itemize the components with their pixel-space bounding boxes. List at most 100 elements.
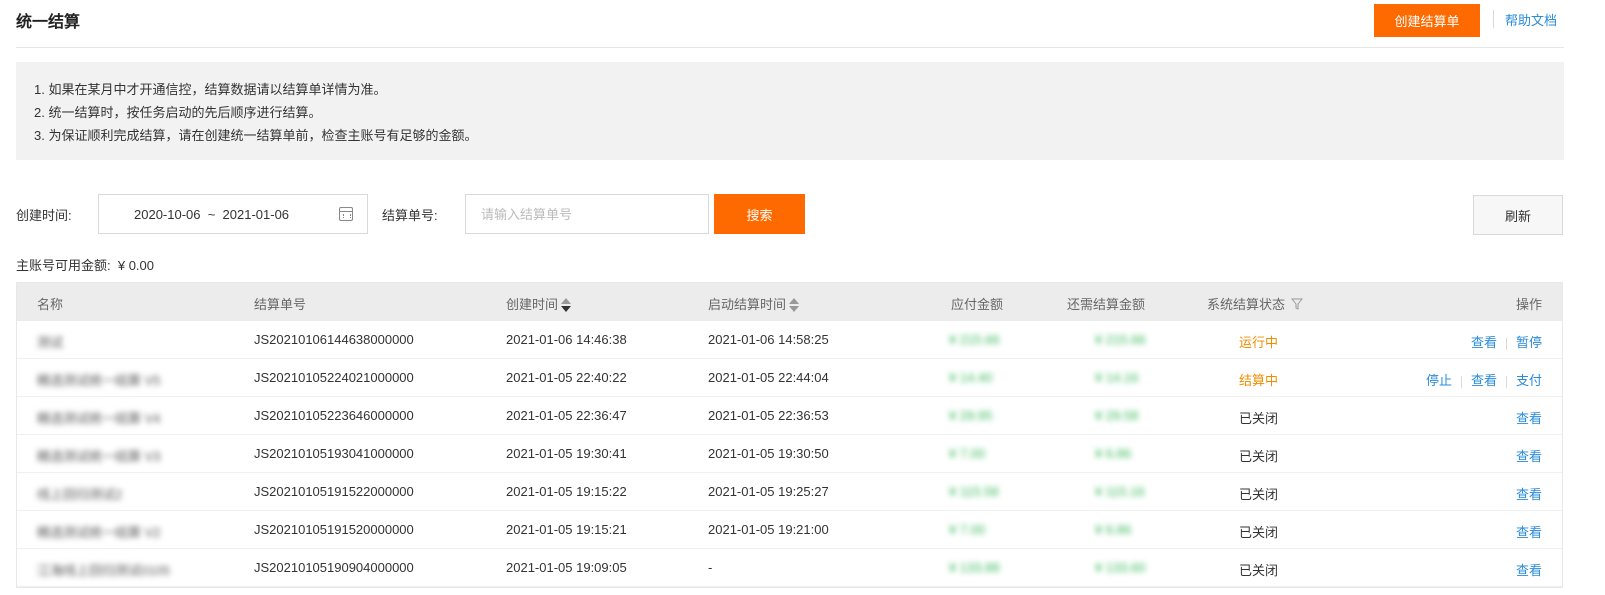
cell-settlement-no: JS20210105191520000000 (254, 522, 414, 537)
cell-remaining: ¥ 14.16 (1095, 370, 1139, 385)
cell-remaining: ¥ 133.60 (1095, 560, 1146, 575)
settlement-no-label: 结算单号: (382, 208, 438, 223)
view-link[interactable]: 查看 (1516, 449, 1542, 464)
row-actions: 查看 暂停 (1471, 332, 1542, 351)
notice-line: 1. 如果在某月中才开通信控，结算数据请以结算单详情为准。 (34, 82, 387, 97)
sort-icon[interactable] (561, 297, 572, 313)
view-link[interactable]: 查看 (1471, 373, 1497, 388)
cell-remaining: ¥ 6.86 (1095, 446, 1132, 461)
stop-link[interactable]: 停止 (1426, 373, 1452, 388)
view-link[interactable]: 查看 (1516, 525, 1542, 540)
notice-line: 3. 为保证顺利完成结算，请在创建统一结算单前，检查主账号有足够的金额。 (34, 128, 478, 143)
notice-line: 2. 统一结算时，按任务启动的先后顺序进行结算。 (34, 105, 322, 120)
cell-settlement-no: JS20210105224021000000 (254, 370, 414, 385)
cell-name: 精选测试统一结算 V5 (37, 373, 161, 388)
view-link[interactable]: 查看 (1516, 411, 1542, 426)
table-body: 测试 JS20210106144638000000 2021-01-06 14:46… (17, 321, 1562, 587)
cell-payable: ¥ 115.58 (949, 484, 999, 499)
cell-status: 结算中 (1239, 373, 1279, 388)
cell-start-time: 2021-01-05 19:21:00 (708, 522, 829, 537)
header-settlement-no: 结算单号 (254, 297, 307, 312)
header-name: 名称 (37, 297, 64, 312)
table-row: 江海线上回归测试0105 JS20210105190904000000 2021-0… (17, 549, 1562, 587)
cell-settlement-no: JS20210105190904000000 (254, 560, 414, 575)
cell-start-time: 2021-01-05 22:44:04 (708, 370, 829, 385)
action-separator (1460, 375, 1462, 388)
cell-created-time: 2021-01-05 19:30:41 (506, 446, 627, 461)
cell-name: 精选测试统一结算 V2 (37, 525, 161, 540)
cell-payable: ¥ 133.88 (949, 560, 1000, 575)
view-link[interactable]: 查看 (1516, 487, 1542, 502)
row-actions: 查看 (1516, 408, 1542, 427)
cell-created-time: 2021-01-05 22:40:22 (506, 370, 627, 385)
available-balance: 主账号可用金额: ¥ 0.00 (16, 255, 154, 274)
date-range-value: 2020-10-06 ~ 2021-01-06 (134, 207, 290, 222)
cell-created-time: 2021-01-05 22:36:47 (506, 408, 627, 423)
notice-box: 1. 如果在某月中才开通信控，结算数据请以结算单详情为准。 2. 统一结算时，按… (16, 62, 1564, 160)
help-docs-link[interactable]: 帮助文档 (1505, 10, 1557, 29)
cell-payable: ¥ 7.00 (949, 446, 986, 461)
action-separator (1505, 337, 1507, 350)
search-button[interactable]: 搜索 (714, 194, 805, 234)
table-row: 精选测试统一结算 V5 JS20210105224021000000 2021-01… (17, 359, 1562, 397)
page-header: 统一结算 创建结算单 帮助文档 (16, 0, 1564, 48)
cell-start-time: 2021-01-06 14:58:25 (708, 332, 829, 347)
row-actions: 查看 (1516, 484, 1542, 503)
cell-name: 精选测试统一结算 V3 (37, 449, 161, 464)
header-status[interactable]: 系统结算状态 (1207, 294, 1304, 313)
create-settlement-button[interactable]: 创建结算单 (1374, 4, 1480, 37)
cell-created-time: 2021-01-05 19:09:05 (506, 560, 627, 575)
cell-payable: ¥ 14.40 (949, 370, 993, 385)
page-title: 统一结算 (16, 14, 81, 31)
header-divider (1493, 10, 1494, 28)
settlement-no-input[interactable] (465, 194, 709, 234)
header-start-time[interactable]: 启动结算时间 (708, 294, 800, 314)
cell-start-time: - (708, 560, 713, 575)
view-link[interactable]: 查看 (1471, 335, 1497, 350)
cell-start-time: 2021-01-05 22:36:53 (708, 408, 829, 423)
cell-payable: ¥ 29.95 (949, 408, 993, 423)
table-row: 精选测试统一结算 V2 JS20210105191520000000 2021-01… (17, 511, 1562, 549)
table-row: 精选测试统一结算 V3 JS20210105193041000000 2021-01… (17, 435, 1562, 473)
cell-name: 精选测试统一结算 V4 (37, 411, 161, 426)
header-created-time[interactable]: 创建时间 (506, 294, 572, 314)
pause-link[interactable]: 暂停 (1516, 335, 1542, 350)
table-row: 测试 JS20210106144638000000 2021-01-06 14:46… (17, 321, 1562, 359)
cell-name: 测试 (37, 335, 64, 350)
cell-status: 已关闭 (1239, 449, 1279, 464)
cell-name: 江海线上回归测试0105 (37, 563, 170, 578)
cell-start-time: 2021-01-05 19:25:27 (708, 484, 829, 499)
action-separator (1505, 375, 1507, 388)
header-payable: 应付金额 (951, 297, 1004, 312)
cell-status: 已关闭 (1239, 563, 1279, 578)
header-remaining: 还需结算金额 (1067, 297, 1146, 312)
cell-created-time: 2021-01-05 19:15:22 (506, 484, 627, 499)
table-header: 名称 结算单号 创建时间 启动结算时间 应付金额 还需结算金额 系统结算状态 操… (17, 283, 1562, 321)
view-link[interactable]: 查看 (1516, 563, 1542, 578)
cell-remaining: ¥ 215.66 (1095, 332, 1146, 347)
table-row: 精选测试统一结算 V4 JS20210105223646000000 2021-01… (17, 397, 1562, 435)
cell-settlement-no: JS20210105191522000000 (254, 484, 414, 499)
row-actions: 查看 (1516, 560, 1542, 579)
row-actions: 查看 (1516, 522, 1542, 541)
cell-settlement-no: JS20210105193041000000 (254, 446, 414, 461)
filter-icon[interactable] (1291, 298, 1304, 310)
created-time-label: 创建时间: (16, 208, 72, 223)
header-actions: 操作 (1515, 297, 1542, 312)
row-actions: 停止 查看 支付 (1426, 370, 1542, 389)
cell-status: 已关闭 (1239, 525, 1279, 540)
cell-remaining: ¥ 29.58 (1095, 408, 1139, 423)
cell-status: 运行中 (1239, 335, 1279, 350)
pay-link[interactable]: 支付 (1516, 373, 1542, 388)
cell-remaining: ¥ 6.86 (1095, 522, 1132, 537)
balance-label: 主账号可用金额: (16, 258, 111, 273)
balance-value: ¥ 0.00 (117, 258, 155, 273)
calendar-icon[interactable] (339, 207, 353, 221)
cell-payable: ¥ 7.00 (949, 522, 986, 537)
date-range-picker[interactable]: 2020-10-06 ~ 2021-01-06 (98, 194, 368, 234)
table-row: 线上回归测试2 JS20210105191522000000 2021-01-05 … (17, 473, 1562, 511)
sort-icon[interactable] (789, 297, 800, 313)
cell-payable: ¥ 215.66 (949, 332, 1000, 347)
refresh-button[interactable]: 刷新 (1473, 195, 1563, 235)
cell-settlement-no: JS20210105223646000000 (254, 408, 414, 423)
